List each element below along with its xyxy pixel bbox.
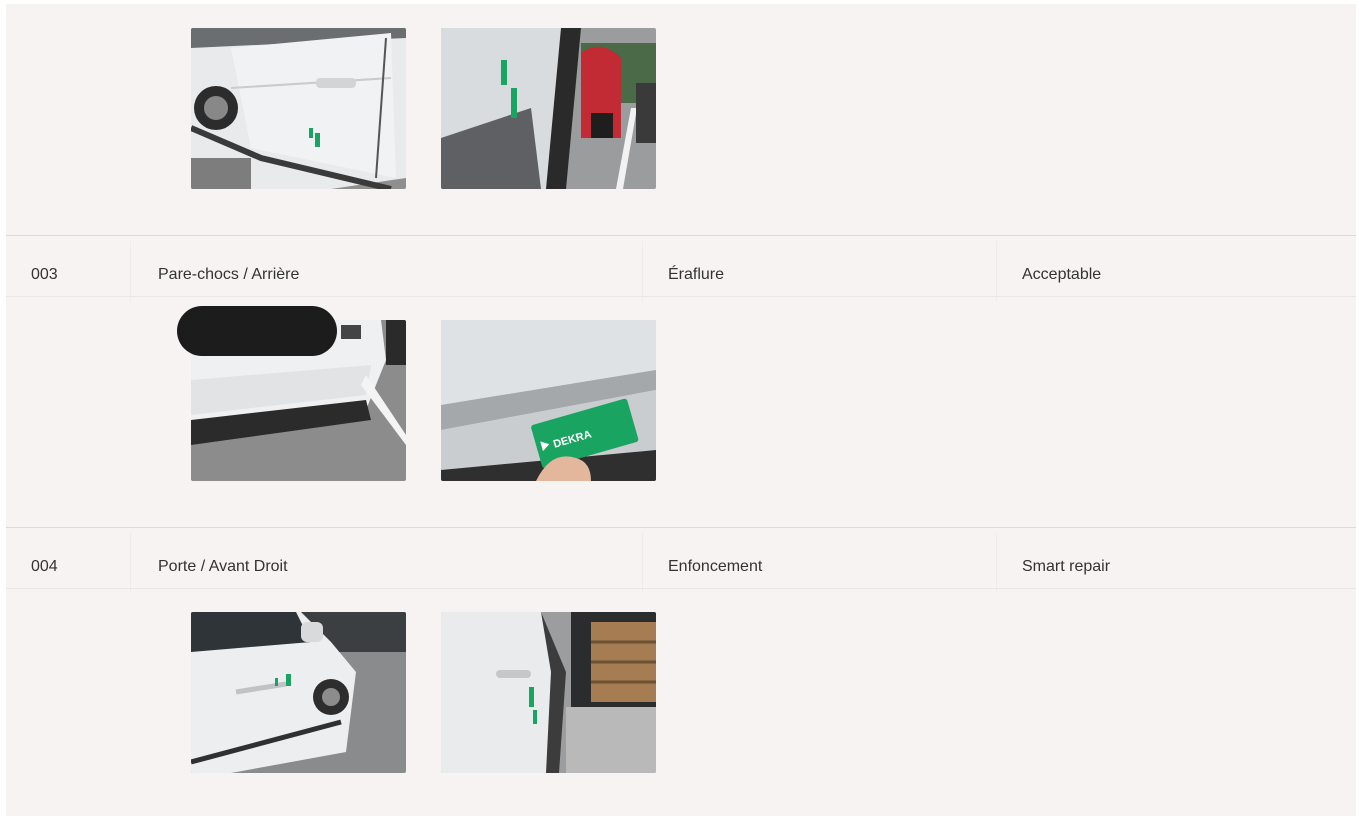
section-divider [6, 527, 1356, 528]
damage-type: Éraflure [668, 266, 725, 283]
column-separator [642, 533, 643, 593]
damage-type: Enfoncement [668, 558, 763, 575]
damage-photo-003-closeup[interactable]: DEKRA [441, 320, 656, 481]
damage-status: Acceptable [1022, 266, 1102, 283]
column-separator [996, 241, 997, 301]
photo-group-previous [6, 4, 1356, 236]
damage-photo-previous-overview[interactable] [191, 28, 406, 189]
damage-part: Porte / Avant Droit [158, 558, 288, 575]
damage-id: 004 [31, 558, 58, 575]
damage-photo-004-closeup[interactable] [441, 612, 656, 773]
damage-id: 003 [31, 266, 58, 283]
column-separator [642, 241, 643, 301]
damage-photo-previous-closeup[interactable] [441, 28, 656, 189]
column-separator [130, 241, 131, 301]
redaction-mask [177, 306, 337, 356]
table-row[interactable]: 004 Porte / Avant Droit Enfoncement Smar… [6, 533, 1356, 593]
damage-photo-004-overview[interactable] [191, 612, 406, 773]
damage-status: Smart repair [1022, 558, 1111, 575]
column-separator [130, 533, 131, 593]
column-separator [996, 533, 997, 593]
damage-report-panel: 003 Pare-chocs / Arrière Éraflure Accept… [6, 4, 1356, 816]
table-row[interactable]: 003 Pare-chocs / Arrière Éraflure Accept… [6, 241, 1356, 301]
damage-part: Pare-chocs / Arrière [158, 266, 300, 283]
section-divider [6, 235, 1356, 236]
photo-group-004 [6, 589, 1356, 816]
